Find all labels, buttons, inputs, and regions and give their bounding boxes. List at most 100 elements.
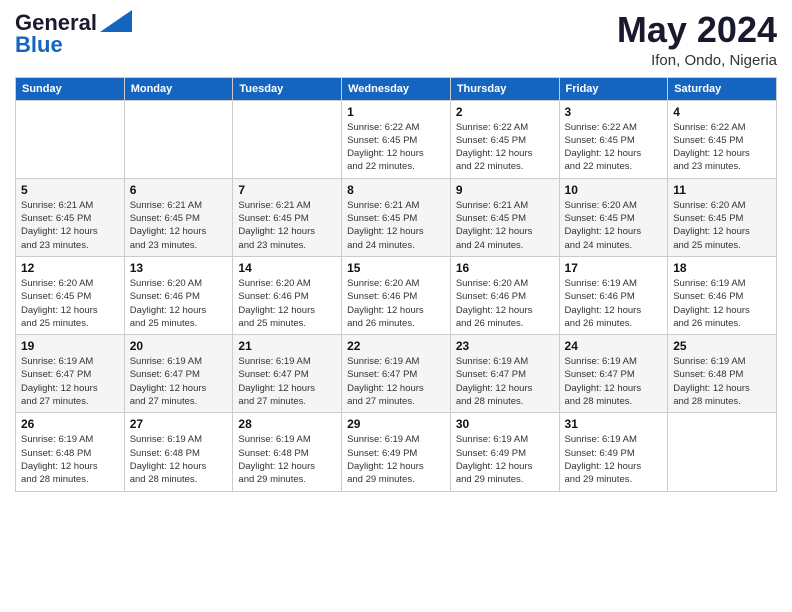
day-number: 15 <box>347 261 445 275</box>
day-cell: 18Sunrise: 6:19 AM Sunset: 6:46 PM Dayli… <box>668 256 777 334</box>
day-number: 2 <box>456 105 554 119</box>
calendar-table: SundayMondayTuesdayWednesdayThursdayFrid… <box>15 77 777 492</box>
day-number: 19 <box>21 339 119 353</box>
day-cell: 29 Sunrise: 6:19 AM Sunset: 6:49 PM Dayli… <box>342 413 451 491</box>
weekday-header-saturday: Saturday <box>668 77 777 100</box>
week-row-3: 12 Sunrise: 6:20 AM Sunset: 6:45 PM Dayli… <box>16 256 777 334</box>
day-cell: 24Sunrise: 6:19 AM Sunset: 6:47 PM Dayli… <box>559 335 668 413</box>
day-cell: 23Sunrise: 6:19 AM Sunset: 6:47 PM Dayli… <box>450 335 559 413</box>
day-number: 5 <box>21 183 119 197</box>
day-cell <box>233 100 342 178</box>
day-cell: 17 Sunrise: 6:19 AM Sunset: 6:46 PM Dayli… <box>559 256 668 334</box>
day-number: 7 <box>238 183 336 197</box>
day-number: 16 <box>456 261 554 275</box>
day-number: 9 <box>456 183 554 197</box>
day-info: Sunrise: 6:22 AM Sunset: 6:45 PM Dayligh… <box>347 121 445 174</box>
day-number: 3 <box>565 105 663 119</box>
day-cell: 8 Sunrise: 6:21 AM Sunset: 6:45 PM Daylig… <box>342 178 451 256</box>
day-info: Sunrise: 6:21 AM Sunset: 6:45 PM Dayligh… <box>238 199 336 252</box>
day-cell: 27Sunrise: 6:19 AM Sunset: 6:48 PM Dayli… <box>124 413 233 491</box>
day-cell: 31 Sunrise: 6:19 AM Sunset: 6:49 PM Dayli… <box>559 413 668 491</box>
logo-icon <box>100 10 132 32</box>
day-cell: 28 Sunrise: 6:19 AM Sunset: 6:48 PM Dayli… <box>233 413 342 491</box>
day-number: 28 <box>238 417 336 431</box>
day-cell <box>668 413 777 491</box>
day-info: Sunrise: 6:21 AM Sunset: 6:45 PM Dayligh… <box>456 199 554 252</box>
day-info: Sunrise: 6:21 AM Sunset: 6:45 PM Dayligh… <box>130 199 228 252</box>
day-number: 30 <box>456 417 554 431</box>
day-number: 29 <box>347 417 445 431</box>
day-number: 20 <box>130 339 228 353</box>
day-info: Sunrise: 6:19 AM Sunset: 6:46 PM Dayligh… <box>673 277 771 330</box>
day-info: Sunrise: 6:20 AM Sunset: 6:45 PM Dayligh… <box>565 199 663 252</box>
day-info: Sunrise: 6:21 AM Sunset: 6:45 PM Dayligh… <box>21 199 119 252</box>
day-info: Sunrise: 6:21 AM Sunset: 6:45 PM Dayligh… <box>347 199 445 252</box>
weekday-header-wednesday: Wednesday <box>342 77 451 100</box>
weekday-header-friday: Friday <box>559 77 668 100</box>
page: General Blue May 2024 Ifon, Ondo, Nigeri… <box>0 0 792 612</box>
day-info: Sunrise: 6:20 AM Sunset: 6:46 PM Dayligh… <box>130 277 228 330</box>
month-year: May 2024 <box>617 10 777 50</box>
weekday-header-sunday: Sunday <box>16 77 125 100</box>
day-info: Sunrise: 6:19 AM Sunset: 6:47 PM Dayligh… <box>456 355 554 408</box>
day-info: Sunrise: 6:20 AM Sunset: 6:46 PM Dayligh… <box>238 277 336 330</box>
day-info: Sunrise: 6:19 AM Sunset: 6:48 PM Dayligh… <box>130 433 228 486</box>
title-block: May 2024 Ifon, Ondo, Nigeria <box>617 10 777 69</box>
day-cell: 14 Sunrise: 6:20 AM Sunset: 6:46 PM Dayli… <box>233 256 342 334</box>
day-info: Sunrise: 6:20 AM Sunset: 6:46 PM Dayligh… <box>456 277 554 330</box>
day-cell: 7 Sunrise: 6:21 AM Sunset: 6:45 PM Daylig… <box>233 178 342 256</box>
day-info: Sunrise: 6:19 AM Sunset: 6:49 PM Dayligh… <box>456 433 554 486</box>
day-info: Sunrise: 6:22 AM Sunset: 6:45 PM Dayligh… <box>456 121 554 174</box>
day-cell: 22 Sunrise: 6:19 AM Sunset: 6:47 PM Dayli… <box>342 335 451 413</box>
day-info: Sunrise: 6:20 AM Sunset: 6:45 PM Dayligh… <box>673 199 771 252</box>
day-cell: 25Sunrise: 6:19 AM Sunset: 6:48 PM Dayli… <box>668 335 777 413</box>
day-number: 13 <box>130 261 228 275</box>
day-number: 24 <box>565 339 663 353</box>
day-cell: 12 Sunrise: 6:20 AM Sunset: 6:45 PM Dayli… <box>16 256 125 334</box>
day-number: 12 <box>21 261 119 275</box>
day-number: 14 <box>238 261 336 275</box>
day-info: Sunrise: 6:19 AM Sunset: 6:47 PM Dayligh… <box>130 355 228 408</box>
day-number: 8 <box>347 183 445 197</box>
day-info: Sunrise: 6:19 AM Sunset: 6:49 PM Dayligh… <box>347 433 445 486</box>
day-number: 26 <box>21 417 119 431</box>
week-row-5: 26 Sunrise: 6:19 AM Sunset: 6:48 PM Dayli… <box>16 413 777 491</box>
day-info: Sunrise: 6:19 AM Sunset: 6:49 PM Dayligh… <box>565 433 663 486</box>
day-number: 10 <box>565 183 663 197</box>
day-cell <box>124 100 233 178</box>
logo-blue: Blue <box>15 32 63 58</box>
day-number: 25 <box>673 339 771 353</box>
day-info: Sunrise: 6:19 AM Sunset: 6:48 PM Dayligh… <box>238 433 336 486</box>
day-info: Sunrise: 6:19 AM Sunset: 6:46 PM Dayligh… <box>565 277 663 330</box>
day-cell: 30 Sunrise: 6:19 AM Sunset: 6:49 PM Dayli… <box>450 413 559 491</box>
day-cell: 20 Sunrise: 6:19 AM Sunset: 6:47 PM Dayli… <box>124 335 233 413</box>
weekday-header-row: SundayMondayTuesdayWednesdayThursdayFrid… <box>16 77 777 100</box>
day-cell: 6 Sunrise: 6:21 AM Sunset: 6:45 PM Daylig… <box>124 178 233 256</box>
day-info: Sunrise: 6:19 AM Sunset: 6:48 PM Dayligh… <box>21 433 119 486</box>
day-info: Sunrise: 6:19 AM Sunset: 6:47 PM Dayligh… <box>238 355 336 408</box>
day-cell: 19Sunrise: 6:19 AM Sunset: 6:47 PM Dayli… <box>16 335 125 413</box>
day-cell: 9 Sunrise: 6:21 AM Sunset: 6:45 PM Daylig… <box>450 178 559 256</box>
day-cell: 16 Sunrise: 6:20 AM Sunset: 6:46 PM Dayli… <box>450 256 559 334</box>
day-cell: 11 Sunrise: 6:20 AM Sunset: 6:45 PM Dayli… <box>668 178 777 256</box>
day-number: 31 <box>565 417 663 431</box>
week-row-1: 1Sunrise: 6:22 AM Sunset: 6:45 PM Daylig… <box>16 100 777 178</box>
day-number: 17 <box>565 261 663 275</box>
weekday-header-monday: Monday <box>124 77 233 100</box>
day-cell <box>16 100 125 178</box>
day-cell: 26 Sunrise: 6:19 AM Sunset: 6:48 PM Dayli… <box>16 413 125 491</box>
week-row-2: 5 Sunrise: 6:21 AM Sunset: 6:45 PM Daylig… <box>16 178 777 256</box>
day-info: Sunrise: 6:19 AM Sunset: 6:47 PM Dayligh… <box>347 355 445 408</box>
day-info: Sunrise: 6:20 AM Sunset: 6:45 PM Dayligh… <box>21 277 119 330</box>
day-cell: 4Sunrise: 6:22 AM Sunset: 6:45 PM Daylig… <box>668 100 777 178</box>
weekday-header-thursday: Thursday <box>450 77 559 100</box>
day-number: 22 <box>347 339 445 353</box>
day-cell: 21Sunrise: 6:19 AM Sunset: 6:47 PM Dayli… <box>233 335 342 413</box>
day-number: 11 <box>673 183 771 197</box>
day-cell: 3Sunrise: 6:22 AM Sunset: 6:45 PM Daylig… <box>559 100 668 178</box>
day-number: 4 <box>673 105 771 119</box>
day-cell: 2 Sunrise: 6:22 AM Sunset: 6:45 PM Daylig… <box>450 100 559 178</box>
day-cell: 5 Sunrise: 6:21 AM Sunset: 6:45 PM Daylig… <box>16 178 125 256</box>
day-cell: 15Sunrise: 6:20 AM Sunset: 6:46 PM Dayli… <box>342 256 451 334</box>
day-number: 6 <box>130 183 228 197</box>
